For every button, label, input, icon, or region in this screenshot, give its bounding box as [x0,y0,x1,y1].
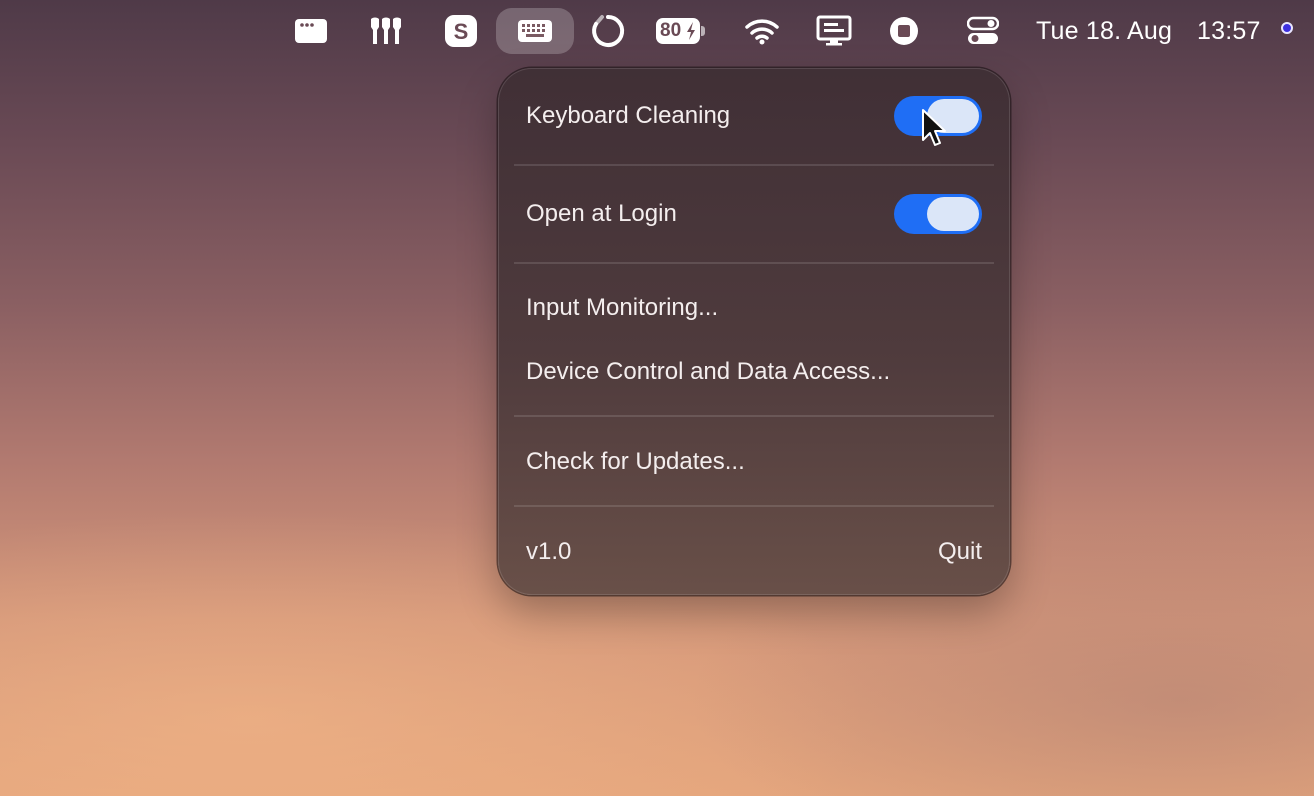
mouse-cursor-icon [922,109,946,146]
divider [514,262,994,264]
wifi-icon[interactable] [740,8,784,54]
window-icon[interactable] [290,8,332,54]
record-icon[interactable] [884,8,924,54]
skype-icon[interactable]: S [440,8,482,54]
check-updates-item[interactable]: Check for Updates... [526,444,982,480]
time-text[interactable]: 13:57 [1197,8,1261,54]
battery-icon[interactable]: 80 [652,8,710,54]
input-monitoring-label: Input Monitoring... [526,294,719,321]
open-at-login-toggle[interactable] [894,194,982,234]
svg-text:S: S [454,19,469,44]
toggle-knob [927,197,979,231]
open-at-login-label: Open at Login [526,200,677,227]
device-control-label: Device Control and Data Access... [526,358,891,385]
keyboard-cleaning-label: Keyboard Cleaning [526,102,731,129]
input-monitoring-item[interactable]: Input Monitoring... [526,290,982,326]
quit-button[interactable]: Quit [938,538,982,566]
check-updates-label: Check for Updates... [526,448,745,475]
device-control-item[interactable]: Device Control and Data Access... [526,354,982,390]
footer-row: v1.0 Quit [526,534,982,570]
version-label: v1.0 [526,538,572,565]
bartender-icon[interactable] [364,8,408,54]
divider [514,415,994,417]
menu-bar: S 80 Tue 18. Aug 13:57 [0,0,1314,62]
divider [514,505,994,507]
sync-icon[interactable] [586,8,630,54]
divider [514,164,994,166]
battery-percent: 80 [660,20,682,41]
keyboard-cleaning-row: Keyboard Cleaning [526,96,982,136]
open-at-login-row: Open at Login [526,194,982,234]
keyboard-icon[interactable] [496,8,574,54]
control-center-icon[interactable] [962,8,1004,54]
date-text[interactable]: Tue 18. Aug [1036,8,1172,54]
display-icon[interactable] [812,8,856,54]
siri-indicator-icon[interactable] [1281,22,1293,34]
